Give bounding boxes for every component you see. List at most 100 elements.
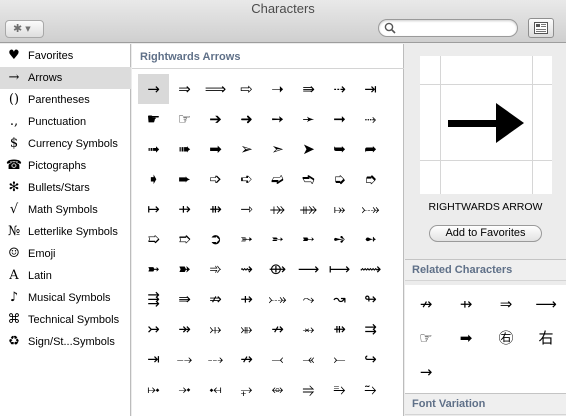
related-character-cell[interactable]: ⇸	[447, 289, 485, 319]
character-cell[interactable]: ➪	[231, 164, 262, 194]
sidebar-item-parentheses[interactable]: () Parentheses	[0, 89, 131, 111]
character-cell[interactable]: ➠	[169, 134, 200, 164]
character-cell[interactable]: ➻	[355, 224, 386, 254]
character-cell[interactable]: ⟼	[324, 254, 355, 284]
character-cell[interactable]: ➡	[200, 134, 231, 164]
sidebar-item-currency-symbols[interactable]: $ Currency Symbols	[0, 133, 131, 155]
character-cell[interactable]: ➼	[138, 254, 169, 284]
character-cell[interactable]: ⤍	[169, 344, 200, 374]
character-cell[interactable]: ➧	[138, 164, 169, 194]
character-cell[interactable]: ➵	[262, 224, 293, 254]
character-cell[interactable]: ➟	[138, 134, 169, 164]
character-cell[interactable]: ↝	[324, 284, 355, 314]
character-cell[interactable]: ➦	[355, 134, 386, 164]
character-cell[interactable]: ⇛	[169, 284, 200, 314]
character-cell[interactable]: ↣	[138, 314, 169, 344]
character-cell[interactable]: ⤕	[231, 314, 262, 344]
character-cell[interactable]: ⇻	[324, 314, 355, 344]
character-cell[interactable]: ⤳	[293, 284, 324, 314]
character-cell[interactable]: ➜	[231, 104, 262, 134]
character-cell[interactable]: ➥	[324, 134, 355, 164]
character-cell[interactable]: ⟴	[262, 254, 293, 284]
character-cell[interactable]: ⤐	[355, 194, 386, 224]
character-cell[interactable]: ➮	[355, 164, 386, 194]
character-cell[interactable]: ⟶	[293, 254, 324, 284]
related-character-cell[interactable]: →	[407, 357, 445, 387]
add-to-favorites-button[interactable]: Add to Favorites	[429, 225, 542, 242]
character-cell[interactable]: ⤟	[200, 374, 231, 404]
character-cell[interactable]: ⤑	[355, 104, 386, 134]
character-cell[interactable]: ➺	[324, 224, 355, 254]
sidebar-item-emoji[interactable]: ☺ Emoji	[0, 243, 131, 265]
character-cell[interactable]: ➯	[138, 224, 169, 254]
character-cell[interactable]: ↛	[262, 314, 293, 344]
sidebar-item-math-symbols[interactable]: √ Math Symbols	[0, 199, 131, 221]
sidebar-item-latin[interactable]: A Latin	[0, 265, 131, 287]
character-cell[interactable]: ⤁	[293, 194, 324, 224]
related-character-cell[interactable]: ⟶	[527, 289, 565, 319]
character-cell[interactable]: ⤙	[262, 344, 293, 374]
character-cell[interactable]: ↪	[355, 344, 386, 374]
sidebar-item-sign-st-symbols[interactable]: ♻ Sign/St...Symbols	[0, 331, 131, 353]
search-input[interactable]	[399, 21, 511, 35]
character-cell[interactable]: ➙	[262, 104, 293, 134]
sidebar-item-favorites[interactable]: ♥ Favorites	[0, 45, 131, 67]
character-cell[interactable]: ☞	[169, 104, 200, 134]
character-cell[interactable]: ➾	[200, 254, 231, 284]
character-cell[interactable]: ⇥	[355, 74, 386, 104]
character-cell[interactable]: ⇥	[138, 344, 169, 374]
sidebar-item-arrows[interactable]: → Arrows	[0, 67, 131, 89]
related-character-cell[interactable]: ↛	[407, 289, 445, 319]
character-cell[interactable]: ⤞	[169, 374, 200, 404]
font-variation-header[interactable]: Font Variation	[405, 393, 566, 415]
related-character-cell[interactable]: ⇒	[487, 289, 525, 319]
character-cell[interactable]: ➔	[200, 104, 231, 134]
character-cell[interactable]: ⟹	[200, 74, 231, 104]
related-character-cell[interactable]: 右	[527, 323, 565, 353]
character-cell[interactable]: ⇛	[293, 74, 324, 104]
character-cell[interactable]: ⇝	[231, 254, 262, 284]
character-cell[interactable]: ➱	[169, 224, 200, 254]
character-cell[interactable]: ➨	[169, 164, 200, 194]
character-cell[interactable]: ⤐	[262, 284, 293, 314]
character-cell[interactable]: ➛	[293, 104, 324, 134]
character-cell[interactable]: →	[138, 74, 169, 104]
related-characters-header[interactable]: Related Characters	[405, 259, 566, 281]
character-cell[interactable]: ⤛	[293, 344, 324, 374]
related-character-cell[interactable]: ㊨	[487, 323, 525, 353]
character-cell[interactable]: ➩	[200, 164, 231, 194]
search-field[interactable]	[378, 19, 518, 37]
character-cell[interactable]: ⇨	[231, 74, 262, 104]
related-character-cell[interactable]: ➡	[447, 323, 485, 353]
character-cell[interactable]: ⇸	[169, 194, 200, 224]
character-cell[interactable]: ➳	[231, 224, 262, 254]
character-cell[interactable]: ⥇	[293, 314, 324, 344]
character-palette-button[interactable]	[528, 18, 554, 38]
character-cell[interactable]: ↠	[169, 314, 200, 344]
character-cell[interactable]: ☛	[138, 104, 169, 134]
related-character-cell[interactable]: ☞	[407, 323, 445, 353]
character-cell[interactable]: ⤠	[138, 374, 169, 404]
character-cell[interactable]: ⤀	[262, 194, 293, 224]
character-cell[interactable]: ⇉	[355, 314, 386, 344]
character-cell[interactable]: ➤	[293, 134, 324, 164]
character-cell[interactable]: ⤔	[200, 314, 231, 344]
character-cell[interactable]: ➲	[200, 224, 231, 254]
character-cell[interactable]: ➢	[231, 134, 262, 164]
sidebar-item-bullets-stars[interactable]: ✻ Bullets/Stars	[0, 177, 131, 199]
character-cell[interactable]: ⟿	[355, 254, 386, 284]
character-cell[interactable]: ➭	[324, 164, 355, 194]
sidebar-item-pictographs[interactable]: ☎ Pictographs	[0, 155, 131, 177]
character-cell[interactable]: ➣	[262, 134, 293, 164]
character-cell[interactable]: ↦	[138, 194, 169, 224]
character-cell[interactable]: ↛	[231, 344, 262, 374]
character-cell[interactable]: ⇻	[200, 194, 231, 224]
sidebar-item-letterlike-symbols[interactable]: № Letterlike Symbols	[0, 221, 131, 243]
character-cell[interactable]: ➬	[293, 164, 324, 194]
character-cell[interactable]: ⇸	[231, 284, 262, 314]
character-cell[interactable]: ⇒	[169, 74, 200, 104]
character-cell[interactable]: ⥲	[355, 374, 386, 404]
character-cell[interactable]: ➽	[169, 254, 200, 284]
character-cell[interactable]: ⤏	[200, 344, 231, 374]
character-cell[interactable]: ⇾	[231, 194, 262, 224]
